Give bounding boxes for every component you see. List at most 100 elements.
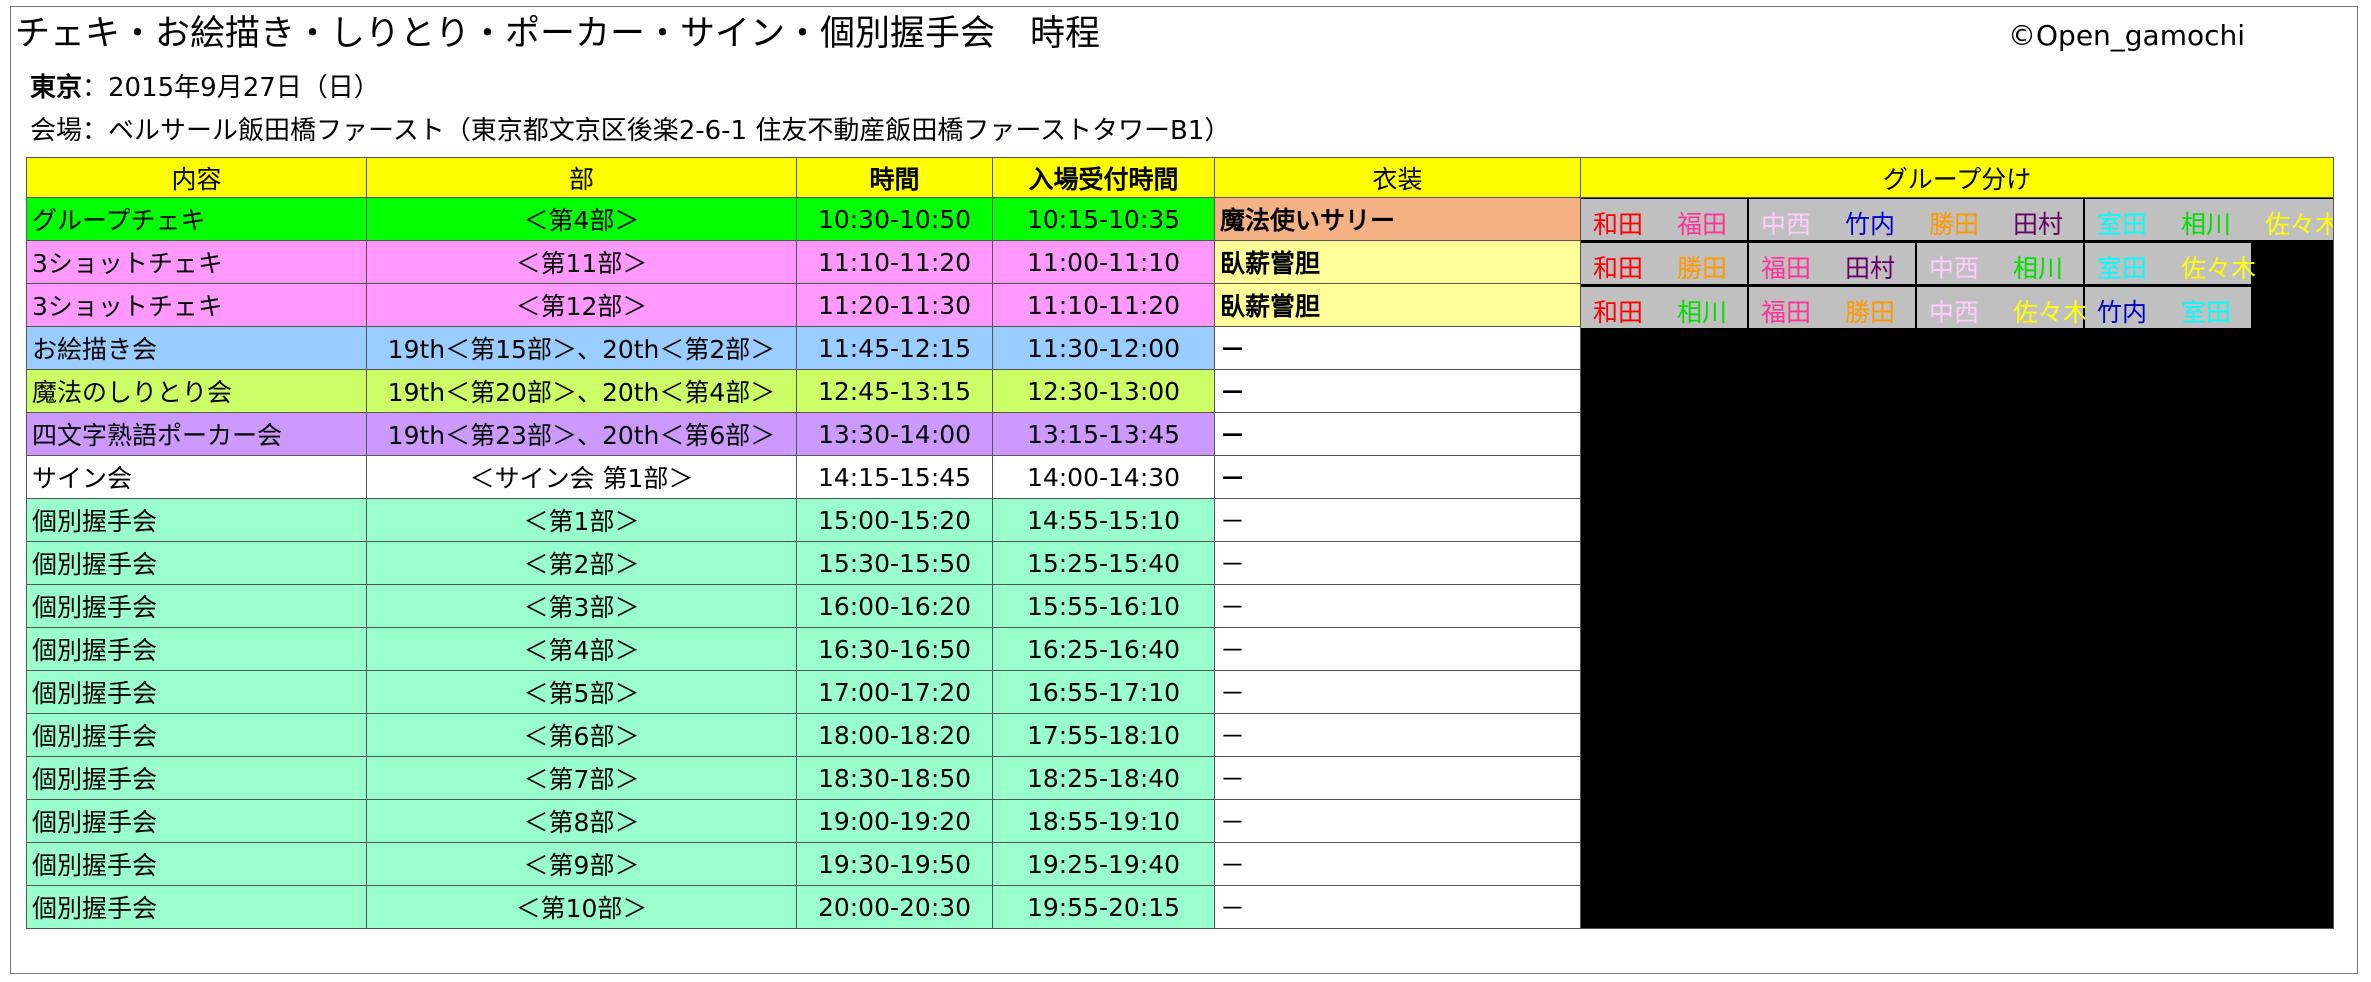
row-entry-time: 15:25-15:40 (992, 541, 1215, 585)
row-costume: 魔法使いサリー (1214, 197, 1581, 241)
row-costume: － (1214, 756, 1581, 800)
group-member: 相川 (2013, 254, 2064, 283)
event-venue: 会場：ベルサール飯田橋ファースト（東京都文京区後楽2-6-1 住友不動産飯田橋フ… (30, 116, 1231, 146)
row-part: ＜第11部＞ (366, 240, 797, 284)
group-assignment-panel: 和田 福田 中西 竹内 勝田 田村 室田 相川 佐々木 和田 勝田 福田 田村 中西 相川 室田 佐々木 和田 相川… (1580, 197, 2334, 929)
row-costume: － (1214, 498, 1581, 542)
group-box: 和田 勝田 (1581, 243, 1749, 284)
row-entry-time: 18:25-18:40 (992, 756, 1215, 800)
row-time: 11:20-11:30 (796, 283, 993, 327)
row-part: ＜第6部＞ (366, 713, 797, 757)
group-member: 相川 (2181, 210, 2232, 239)
row-content: 個別握手会 (26, 799, 367, 843)
group-box: 中西 竹内 勝田 田村 (1749, 199, 2085, 240)
row-entry-time: 15:55-16:10 (992, 584, 1215, 628)
page-title: チェキ・お絵描き・しりとり・ポーカー・サイン・個別握手会 時程 (15, 14, 1101, 54)
row-part: ＜第10部＞ (366, 885, 797, 929)
row-content: 個別握手会 (26, 885, 367, 929)
row-entry-time: 16:55-17:10 (992, 670, 1215, 714)
row-part: 19th＜第15部＞、20th＜第2部＞ (366, 326, 797, 370)
group-box: 和田 相川 (1581, 287, 1749, 328)
row-content: 個別握手会 (26, 627, 367, 671)
event-date: 東京：2015年9月27日（日） (30, 70, 380, 106)
group-member: 竹内 (2097, 298, 2148, 327)
row-part: ＜第3部＞ (366, 584, 797, 628)
header-content: 内容 (26, 157, 367, 198)
row-costume: － (1214, 799, 1581, 843)
group-box: 室田 相川 佐々木 (2085, 199, 2334, 240)
header-part: 部 (366, 157, 797, 198)
row-time: 15:00-15:20 (796, 498, 993, 542)
row-part: 19th＜第23部＞、20th＜第6部＞ (366, 412, 797, 456)
row-costume: － (1214, 369, 1581, 413)
row-time: 11:45-12:15 (796, 326, 993, 370)
row-time: 14:15-15:45 (796, 455, 993, 499)
group-member: 勝田 (1677, 254, 1728, 283)
group-member: 和田 (1593, 254, 1644, 283)
group-member: 中西 (1929, 298, 1980, 327)
row-entry-time: 19:25-19:40 (992, 842, 1215, 886)
row-part: ＜第1部＞ (366, 498, 797, 542)
group-member: 福田 (1761, 298, 1812, 327)
group-box: 竹内 室田 (2085, 287, 2253, 328)
header-group: グループ分け (1580, 157, 2334, 198)
row-entry-time: 12:30-13:00 (992, 369, 1215, 413)
date-city: 東京 (30, 73, 83, 103)
row-content: 個別握手会 (26, 713, 367, 757)
row-part: ＜第5部＞ (366, 670, 797, 714)
row-costume: － (1214, 842, 1581, 886)
row-content: 魔法のしりとり会 (26, 369, 367, 413)
row-content: 四文字熟語ポーカー会 (26, 412, 367, 456)
row-part: ＜第8部＞ (366, 799, 797, 843)
row-costume: － (1214, 713, 1581, 757)
group-box: 室田 佐々木 (2085, 243, 2256, 284)
schedule-table: 内容 部 時間 入場受付時間 衣装 グループ分け グループチェキ ＜第4部＞ 10:… (26, 157, 2334, 929)
row-time: 19:30-19:50 (796, 842, 993, 886)
row-time: 17:00-17:20 (796, 670, 993, 714)
table-row: グループチェキ ＜第4部＞ 10:30-10:50 10:15-10:35 魔法使いサリ… (26, 197, 2334, 929)
group-member: 勝田 (1845, 298, 1896, 327)
group-box: 福田 田村 (1749, 243, 1917, 284)
row-content: 3ショットチェキ (26, 283, 367, 327)
row-time: 20:00-20:30 (796, 885, 993, 929)
group-member: 相川 (1677, 298, 1728, 327)
group-member: 佐々木 (2265, 210, 2334, 239)
group-member: 室田 (2097, 254, 2148, 283)
header-time: 時間 (796, 157, 993, 198)
row-time: 13:30-14:00 (796, 412, 993, 456)
row-part: ＜サイン会 第1部＞ (366, 455, 797, 499)
group-member: 和田 (1593, 210, 1644, 239)
group-member: 田村 (2013, 210, 2064, 239)
row-part: ＜第4部＞ (366, 197, 797, 241)
group-member: 室田 (2181, 298, 2232, 327)
row-time: 10:30-10:50 (796, 197, 993, 241)
row-part: ＜第12部＞ (366, 283, 797, 327)
row-entry-time: 13:15-13:45 (992, 412, 1215, 456)
row-content: お絵描き会 (26, 326, 367, 370)
group-box: 福田 勝田 (1749, 287, 1917, 328)
row-entry-time: 11:10-11:20 (992, 283, 1215, 327)
header-entry-time: 入場受付時間 (992, 157, 1215, 198)
row-content: 個別握手会 (26, 541, 367, 585)
group-member: 福田 (1677, 210, 1728, 239)
row-costume: － (1214, 412, 1581, 456)
group-member: 中西 (1761, 210, 1812, 239)
row-costume: － (1214, 326, 1581, 370)
row-content: グループチェキ (26, 197, 367, 241)
group-member: 勝田 (1929, 210, 1980, 239)
row-costume: － (1214, 670, 1581, 714)
row-part: ＜第2部＞ (366, 541, 797, 585)
row-entry-time: 14:55-15:10 (992, 498, 1215, 542)
row-costume: － (1214, 455, 1581, 499)
row-time: 19:00-19:20 (796, 799, 993, 843)
row-time: 16:00-16:20 (796, 584, 993, 628)
row-entry-time: 16:25-16:40 (992, 627, 1215, 671)
row-entry-time: 11:30-12:00 (992, 326, 1215, 370)
header-costume: 衣装 (1214, 157, 1581, 198)
row-content: 個別握手会 (26, 842, 367, 886)
row-entry-time: 14:00-14:30 (992, 455, 1215, 499)
group-member: 室田 (2097, 210, 2148, 239)
group-box: 和田 福田 (1581, 199, 1749, 240)
row-content: 個別握手会 (26, 498, 367, 542)
row-content: 個別握手会 (26, 756, 367, 800)
